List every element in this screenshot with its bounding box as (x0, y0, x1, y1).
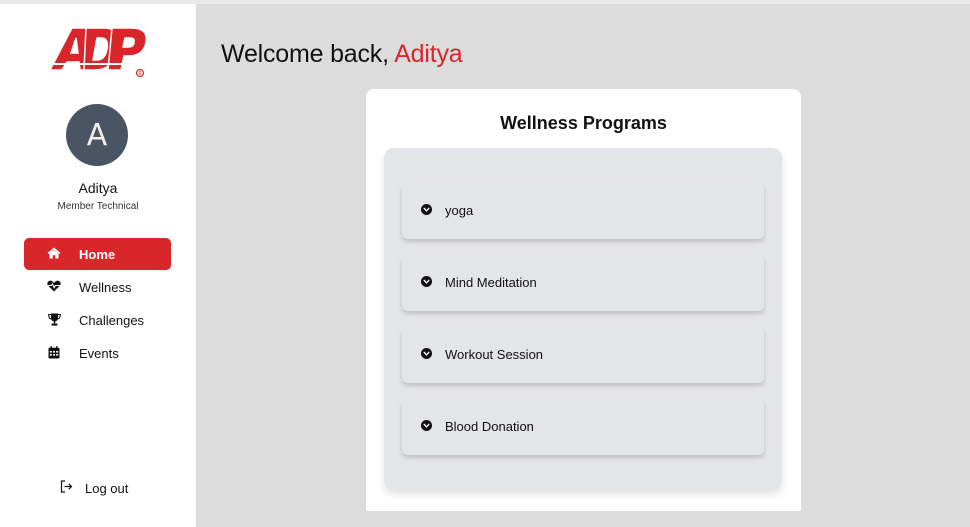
svg-text:R: R (138, 71, 142, 77)
adp-logo: R (48, 24, 150, 78)
sidebar-item-label: Events (79, 346, 119, 361)
program-item-mind-meditation[interactable]: Mind Meditation (402, 254, 764, 311)
page-title: Welcome back, Aditya (221, 40, 463, 69)
chevron-down-icon (421, 420, 432, 431)
card-title: Wellness Programs (500, 113, 667, 133)
home-icon (47, 246, 61, 260)
chevron-down-icon (421, 276, 432, 287)
chevron-down-icon (421, 348, 432, 359)
program-item-blood-donation[interactable]: Blood Donation (402, 398, 764, 455)
program-item-workout-session[interactable]: Workout Session (402, 326, 764, 383)
program-label: Mind Meditation (445, 275, 537, 290)
program-label: Blood Donation (445, 419, 534, 434)
program-item-yoga[interactable]: yoga (402, 182, 764, 239)
sidebar-item-label: Wellness (79, 280, 132, 295)
user-role: Member Technical (57, 201, 139, 212)
welcome-user-name: Aditya (394, 40, 463, 68)
sidebar-item-label: Challenges (79, 313, 145, 328)
logout-button[interactable]: Log out (60, 478, 170, 498)
wellness-programs-card: Wellness Programs yoga Mind Meditation W… (366, 89, 801, 511)
logout-icon (60, 480, 74, 494)
avatar: A (66, 104, 128, 166)
programs-list: yoga Mind Meditation Workout Session Blo… (384, 148, 782, 490)
welcome-text: Welcome back, (221, 40, 395, 68)
sidebar-item-home[interactable]: Home (24, 238, 171, 270)
heartbeat-icon (47, 279, 61, 293)
calendar-icon (47, 345, 61, 359)
sidebar-item-wellness[interactable]: Wellness (24, 271, 171, 303)
avatar-initial: A (86, 117, 108, 153)
sidebar-item-events[interactable]: Events (24, 337, 171, 369)
chevron-down-icon (421, 204, 432, 215)
program-label: Workout Session (445, 347, 544, 362)
sidebar-item-challenges[interactable]: Challenges (24, 304, 171, 336)
sidebar-item-label: Home (79, 247, 116, 262)
program-label: yoga (445, 203, 474, 218)
sidebar: R A Aditya Member Technical Home Wellnes… (0, 4, 196, 527)
logout-label: Log out (85, 481, 129, 496)
trophy-icon (47, 312, 61, 326)
user-name: Aditya (78, 180, 118, 196)
